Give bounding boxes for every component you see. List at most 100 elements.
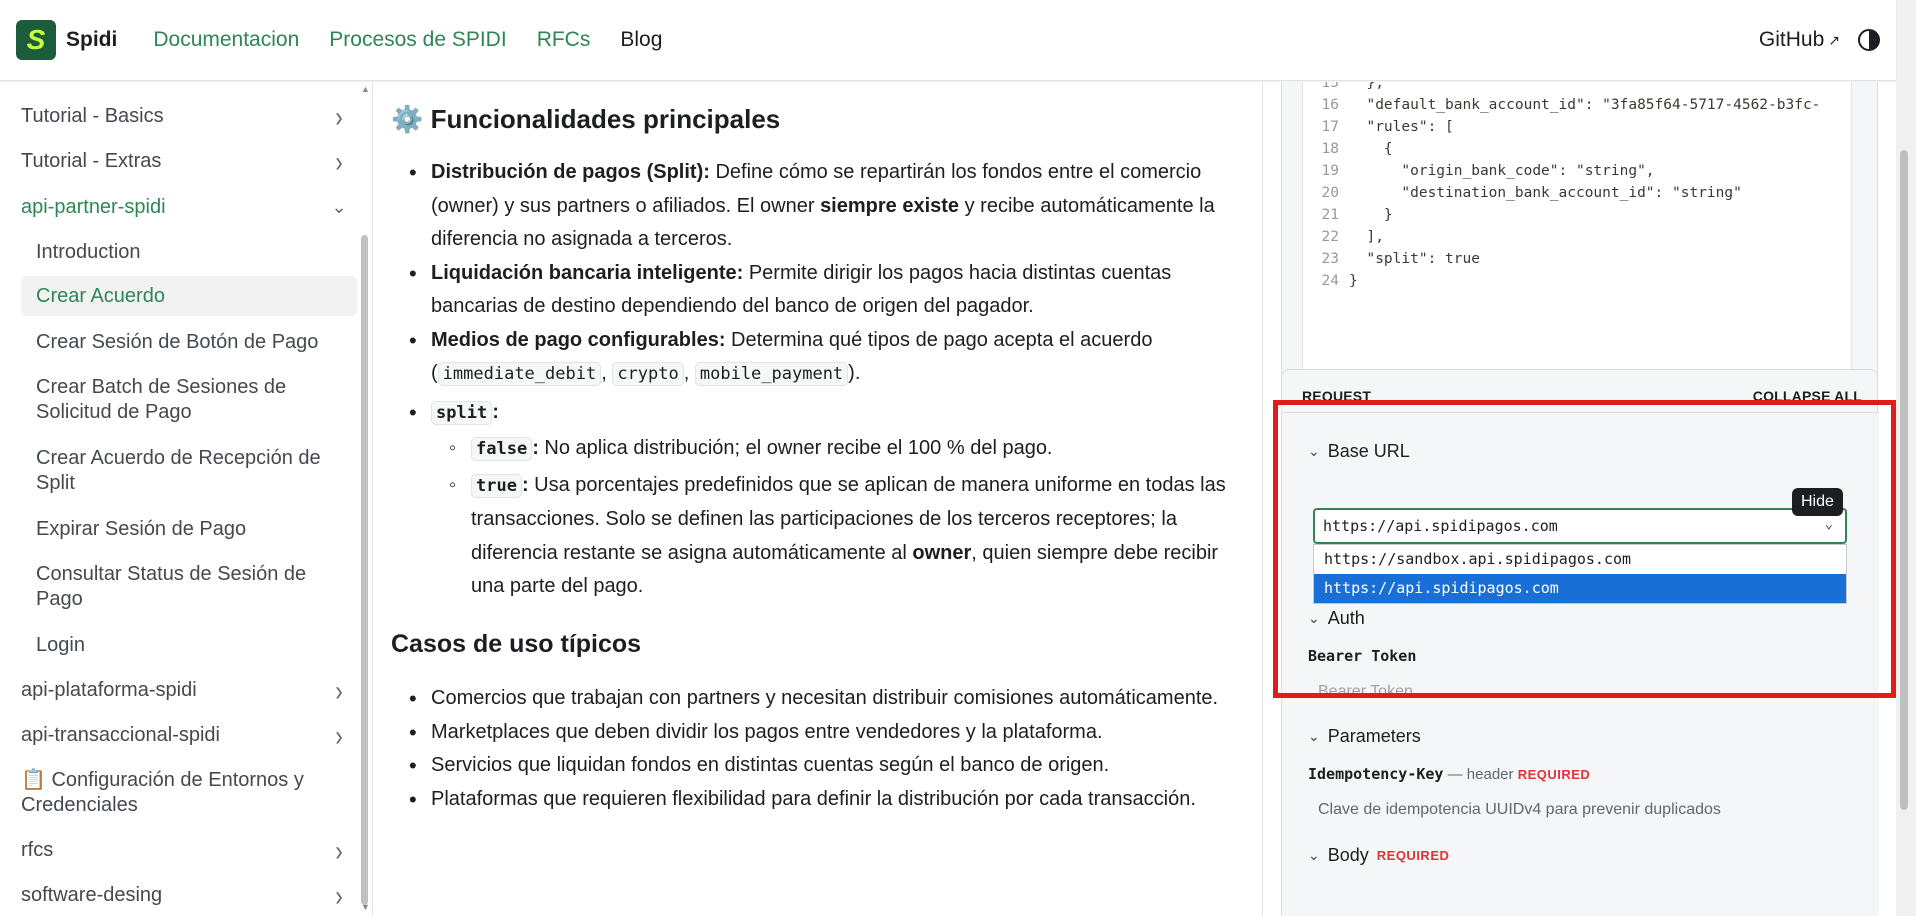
code-crypto: crypto: [612, 362, 684, 386]
code-text: ],: [1349, 229, 1384, 245]
chevron-right-icon[interactable]: ›: [327, 719, 351, 752]
line-number: 22: [1321, 229, 1339, 245]
code-text: }: [1349, 273, 1358, 289]
line-number: 20: [1321, 185, 1339, 201]
sidebar-item-label: Tutorial - Basics: [21, 105, 164, 127]
nav-link-documentacion[interactable]: Documentacion: [153, 28, 299, 52]
heading-casos-uso: Casos de uso típicos: [391, 630, 642, 658]
code-line: 15 },: [1303, 82, 1384, 94]
sidebar-item-api-partner-spidi[interactable]: api-partner-spidi ⌄: [21, 195, 351, 220]
code-text: },: [1349, 82, 1384, 91]
chevron-right-icon[interactable]: ›: [327, 674, 351, 707]
sidebar-item-expirar-sesion[interactable]: Expirar Sesión de Pago: [36, 517, 356, 542]
chevron-right-icon[interactable]: ›: [327, 100, 351, 133]
dropdown-option-sandbox[interactable]: https://sandbox.api.spidipagos.com: [1314, 545, 1846, 574]
list-item: true: Usa porcentajes predefinidos que s…: [449, 469, 1231, 604]
code-line: 21 }: [1303, 204, 1393, 226]
code-text: "default_bank_account_id": "3fa85f64-571…: [1349, 97, 1821, 113]
section-label: Body: [1327, 845, 1369, 865]
line-number: 17: [1321, 119, 1339, 135]
sidebar-item-configuracion-entornos[interactable]: 📋 Configuración de Entornos y Credencial…: [21, 768, 351, 818]
features-list: Distribución de pagos (Split): Define có…: [409, 156, 1231, 604]
chevron-right-icon[interactable]: ›: [327, 879, 351, 912]
brand-name[interactable]: Spidi: [66, 28, 117, 52]
code-text: "destination_bank_account_id": "string": [1349, 185, 1742, 201]
chevron-down-icon[interactable]: ⌄: [327, 195, 351, 220]
code-text: {: [1349, 141, 1393, 157]
sidebar-item-login[interactable]: Login: [36, 633, 356, 658]
param-description[interactable]: Clave de idempotencia UUIDv4 para preven…: [1318, 801, 1721, 819]
sidebar-scrollbar-thumb[interactable]: [361, 235, 368, 905]
sidebar-item-crear-acuerdo-split[interactable]: Crear Acuerdo de Recepción de Split: [36, 446, 356, 496]
base-url-select[interactable]: https://api.spidipagos.com ⌄: [1313, 508, 1847, 544]
bearer-token-input[interactable]: Bearer Token: [1318, 683, 1413, 701]
code-text: "origin_bank_code": "string",: [1349, 163, 1655, 179]
sidebar-item-crear-batch[interactable]: Crear Batch de Sesiones de Solicitud de …: [36, 375, 356, 425]
code-text: "rules": [: [1349, 119, 1454, 135]
sidebar-item-consultar-status[interactable]: Consultar Status de Sesión de Pago: [36, 562, 356, 612]
sidebar-scroll-down-icon[interactable]: ▼: [361, 902, 370, 912]
code-line: 23 "split": true: [1303, 248, 1480, 270]
sidebar-item-label: Crear Sesión de Botón de Pago: [36, 331, 319, 353]
sidebar-item-api-plataforma[interactable]: api-plataforma-spidi ›: [21, 674, 351, 707]
chevron-down-icon: ⌄: [1308, 728, 1320, 744]
github-link[interactable]: GitHub ↗: [1759, 28, 1840, 52]
code-line: 24}: [1303, 270, 1358, 292]
page-scrollbar-thumb[interactable]: [1900, 150, 1908, 810]
sidebar-item-introduction[interactable]: Introduction: [36, 240, 356, 265]
sub-emphasis: owner: [912, 541, 972, 564]
github-label: GitHub: [1758, 28, 1825, 51]
nav-link-procesos[interactable]: Procesos de SPIDI: [329, 28, 506, 52]
heading-funcionalidades: ⚙️ Funcionalidades principales: [391, 104, 781, 134]
sidebar-item-tutorial-basics[interactable]: Tutorial - Basics ›: [21, 100, 351, 133]
code-block[interactable]: 15 }, 16 "default_bank_account_id": "3fa…: [1302, 82, 1852, 383]
section-label: Auth: [1327, 608, 1365, 628]
base-url-dropdown: https://sandbox.api.spidipagos.com https…: [1313, 544, 1847, 604]
code-line: 18 {: [1303, 138, 1393, 160]
chevron-down-icon: ⌄: [1824, 516, 1833, 532]
use-cases-list: Comercios que trabajan con partners y ne…: [409, 682, 1231, 816]
top-navbar: S Spidi Documentacion Procesos de SPIDI …: [0, 0, 1896, 81]
auth-section-toggle[interactable]: ⌄ Auth: [1308, 608, 1365, 629]
sidebar-item-software-desing[interactable]: software-desing ›: [21, 879, 351, 912]
base-url-section-toggle[interactable]: ⌄ Base URL: [1308, 441, 1410, 462]
chevron-right-icon[interactable]: ›: [327, 145, 351, 178]
request-header: REQUEST COLLAPSE ALL: [1302, 388, 1862, 404]
sidebar-item-crear-acuerdo[interactable]: Crear Acuerdo: [21, 276, 357, 316]
sidebar-item-tutorial-extras[interactable]: Tutorial - Extras ›: [21, 145, 351, 178]
collapse-all-button[interactable]: COLLAPSE ALL: [1753, 388, 1862, 404]
feature-colon: :: [492, 400, 499, 423]
nav-link-rfcs[interactable]: RFCs: [537, 28, 591, 52]
code-line: 19 "origin_bank_code": "string",: [1303, 160, 1655, 182]
list-item: Comercios que trabajan con partners y ne…: [409, 682, 1231, 716]
sidebar: Tutorial - Basics › Tutorial - Extras › …: [0, 82, 358, 916]
sidebar-item-label: Crear Acuerdo: [36, 284, 165, 307]
bearer-token-label: Bearer Token: [1308, 647, 1417, 665]
sidebar-scroll-up-icon[interactable]: ▲: [361, 84, 370, 94]
line-number: 19: [1321, 163, 1339, 179]
param-idempotency-key: Idempotency-Key — header REQUIRED: [1308, 765, 1590, 783]
nav-link-blog[interactable]: Blog: [620, 28, 662, 52]
sidebar-item-api-transaccional[interactable]: api-transaccional-spidi ›: [21, 719, 351, 752]
body-section-toggle[interactable]: ⌄ Body REQUIRED: [1308, 845, 1449, 866]
line-number: 18: [1321, 141, 1339, 157]
sub-colon: :: [532, 437, 539, 459]
sidebar-item-label: software-desing: [21, 884, 163, 906]
list-item: split: false: No aplica distribución; el…: [409, 396, 1231, 604]
sidebar-item-crear-sesion-boton[interactable]: Crear Sesión de Botón de Pago: [36, 330, 356, 355]
theme-toggle-icon[interactable]: [1858, 29, 1880, 51]
chevron-right-icon[interactable]: ›: [327, 834, 351, 867]
sub-colon: :: [521, 473, 529, 496]
code-true: true: [471, 473, 522, 498]
dropdown-option-production[interactable]: https://api.spidipagos.com: [1314, 574, 1846, 603]
code-text: }: [1349, 207, 1393, 223]
list-item: Servicios que liquidan fondos en distint…: [409, 749, 1231, 783]
sidebar-item-label: api-transaccional-spidi: [21, 724, 220, 746]
line-number: 24: [1321, 273, 1339, 289]
spidi-logo-icon[interactable]: S: [16, 20, 56, 60]
sidebar-item-label: Introduction: [36, 241, 141, 263]
code-split: split: [431, 400, 493, 425]
parameters-section-toggle[interactable]: ⌄ Parameters: [1308, 726, 1421, 747]
sidebar-item-rfcs[interactable]: rfcs ›: [21, 834, 351, 867]
request-title: REQUEST: [1302, 388, 1372, 404]
